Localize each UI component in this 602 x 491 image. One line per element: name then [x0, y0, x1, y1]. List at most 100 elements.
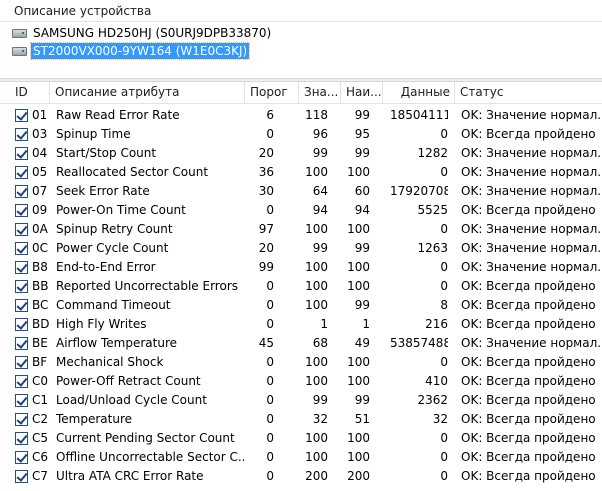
- attribute-id: B8: [32, 260, 48, 274]
- table-row[interactable]: 01 Raw Read Error Rate 6 118 99 185041112 OK: …: [0, 106, 602, 125]
- attribute-checkbox[interactable]: [15, 204, 28, 217]
- attribute-raw-data: 538574880: [390, 336, 448, 350]
- table-row[interactable]: C0 Power-Off Retract Count 0 100 100 410 OK: В…: [0, 372, 602, 391]
- attribute-name: Spinup Time: [56, 127, 131, 141]
- attribute-checkbox[interactable]: [15, 147, 28, 160]
- attribute-threshold: 0: [266, 298, 274, 312]
- attribute-status: OK: Всегда пройдено: [461, 393, 596, 407]
- table-row[interactable]: C5 Current Pending Sector Count 0 100 100 0 OK…: [0, 429, 602, 448]
- device-list[interactable]: SAMSUNG HD250HJ (S0URJ9DPB33870) ST2000V…: [0, 22, 602, 82]
- table-row[interactable]: 0A Spinup Retry Count 97 100 100 0 OK: Значени…: [0, 220, 602, 239]
- attribute-raw-data: 0: [440, 469, 448, 483]
- attribute-checkbox[interactable]: [15, 337, 28, 350]
- attribute-checkbox[interactable]: [15, 109, 28, 122]
- table-row[interactable]: 09 Power-On Time Count 0 94 94 5525 OK: Всегда…: [0, 201, 602, 220]
- table-row[interactable]: C2 Temperature 0 32 51 32 OK: Всегда пройдено: [0, 410, 602, 429]
- column-header-threshold[interactable]: Порог: [245, 82, 299, 103]
- column-header-status[interactable]: Статус: [455, 82, 602, 103]
- attribute-checkbox[interactable]: [15, 223, 28, 236]
- attribute-checkbox[interactable]: [15, 166, 28, 179]
- table-row[interactable]: BE Airflow Temperature 45 68 49 538574880 OK: …: [0, 334, 602, 353]
- attribute-threshold: 45: [258, 336, 274, 350]
- attribute-status: OK: Значение нормал...: [461, 184, 602, 198]
- attribute-status: OK: Значение нормал...: [461, 260, 602, 274]
- attribute-status: OK: Всегда пройдено: [461, 450, 596, 464]
- attribute-checkbox[interactable]: [15, 242, 28, 255]
- device-item-samsung[interactable]: SAMSUNG HD250HJ (S0URJ9DPB33870): [12, 24, 273, 42]
- attribute-status: OK: Всегда пройдено: [461, 298, 596, 312]
- attribute-worst: 99: [354, 298, 370, 312]
- table-row[interactable]: 03 Spinup Time 0 96 95 0 OK: Всегда пройдено: [0, 125, 602, 144]
- table-row[interactable]: 07 Seek Error Rate 30 64 60 179207088 OK: Знач…: [0, 182, 602, 201]
- attribute-value: 94: [312, 203, 328, 217]
- attribute-name: Reallocated Sector Count: [56, 165, 209, 179]
- attribute-raw-data: 5525: [417, 203, 448, 217]
- attribute-value: 99: [312, 393, 328, 407]
- attribute-checkbox[interactable]: [15, 261, 28, 274]
- attribute-threshold: 99: [258, 260, 274, 274]
- attribute-worst: 49: [354, 336, 370, 350]
- device-item-seagate[interactable]: ST2000VX000-9YW164 (W1E0C3KJ): [12, 42, 251, 60]
- column-header-worst[interactable]: Наи...: [341, 82, 383, 103]
- attribute-value: 96: [312, 127, 328, 141]
- attribute-worst: 95: [354, 127, 370, 141]
- attribute-name: Seek Error Rate: [56, 184, 150, 198]
- attribute-raw-data: 1282: [417, 146, 448, 160]
- attribute-checkbox[interactable]: [15, 451, 28, 464]
- attribute-raw-data: 0: [440, 222, 448, 236]
- attribute-checkbox[interactable]: [15, 280, 28, 293]
- attribute-id: 09: [32, 203, 48, 217]
- attribute-worst: 99: [354, 146, 370, 160]
- attribute-name: Mechanical Shock: [56, 355, 164, 369]
- attribute-threshold: 36: [258, 165, 274, 179]
- attribute-checkbox[interactable]: [15, 470, 28, 483]
- attribute-worst: 99: [354, 241, 370, 255]
- table-row[interactable]: BF Mechanical Shock 0 100 100 0 OK: Всегда про…: [0, 353, 602, 372]
- attribute-checkbox[interactable]: [15, 413, 28, 426]
- attribute-checkbox[interactable]: [15, 394, 28, 407]
- attribute-threshold: 0: [266, 127, 274, 141]
- attribute-value: 100: [305, 431, 328, 445]
- attribute-status: OK: Значение нормал...: [461, 222, 602, 236]
- attribute-value: 32: [312, 412, 328, 426]
- attribute-checkbox[interactable]: [15, 318, 28, 331]
- attribute-name: Temperature: [56, 412, 133, 426]
- attribute-checkbox[interactable]: [15, 432, 28, 445]
- table-row[interactable]: BD High Fly Writes 0 1 1 216 OK: Всегда пройде…: [0, 315, 602, 334]
- attribute-worst: 100: [347, 355, 370, 369]
- attribute-id: BF: [32, 355, 48, 369]
- attribute-worst: 100: [347, 431, 370, 445]
- attribute-status: OK: Всегда пройдено: [461, 127, 596, 141]
- table-row[interactable]: C7 Ultra ATA CRC Error Rate 0 200 200 0 OK: Вс…: [0, 467, 602, 486]
- column-header-id[interactable]: ID: [10, 82, 50, 103]
- table-row[interactable]: C6 Offline Uncorrectable Sector C... 0 100 1…: [0, 448, 602, 467]
- attribute-id: 0C: [32, 241, 49, 255]
- attribute-checkbox[interactable]: [15, 128, 28, 141]
- column-header-description[interactable]: Описание атрибута: [50, 82, 245, 103]
- attribute-checkbox[interactable]: [15, 185, 28, 198]
- attribute-checkbox[interactable]: [15, 375, 28, 388]
- attribute-threshold: 97: [258, 222, 274, 236]
- attribute-id: BB: [32, 279, 49, 293]
- attribute-id: 01: [32, 108, 48, 122]
- attribute-value: 99: [312, 146, 328, 160]
- attribute-checkbox[interactable]: [15, 356, 28, 369]
- table-row[interactable]: 0C Power Cycle Count 20 99 99 1263 OK: Значени…: [0, 239, 602, 258]
- attribute-raw-data: 32: [432, 412, 448, 426]
- attribute-checkbox[interactable]: [15, 299, 28, 312]
- table-row[interactable]: BC Command Timeout 0 100 99 8 OK: Всегда пройд…: [0, 296, 602, 315]
- table-row[interactable]: 05 Reallocated Sector Count 36 100 100 0 OK: З…: [0, 163, 602, 182]
- table-row[interactable]: C1 Load/Unload Cycle Count 0 99 99 2362 OK: Вс…: [0, 391, 602, 410]
- column-header-data[interactable]: Данные: [383, 82, 455, 103]
- table-row[interactable]: 04 Start/Stop Count 20 99 99 1282 OK: Значение…: [0, 144, 602, 163]
- attribute-value: 100: [305, 450, 328, 464]
- attribute-value: 100: [305, 279, 328, 293]
- table-row[interactable]: B8 End-to-End Error 99 100 100 0 OK: Значение …: [0, 258, 602, 277]
- attribute-threshold: 0: [266, 393, 274, 407]
- attribute-worst: 60: [354, 184, 370, 198]
- column-header-value[interactable]: Зна...: [299, 82, 341, 103]
- table-row[interactable]: BB Reported Uncorrectable Errors 0 100 100 0 O…: [0, 277, 602, 296]
- attribute-id: BC: [32, 298, 49, 312]
- attribute-status: OK: Всегда пройдено: [461, 431, 596, 445]
- attribute-threshold: 0: [266, 412, 274, 426]
